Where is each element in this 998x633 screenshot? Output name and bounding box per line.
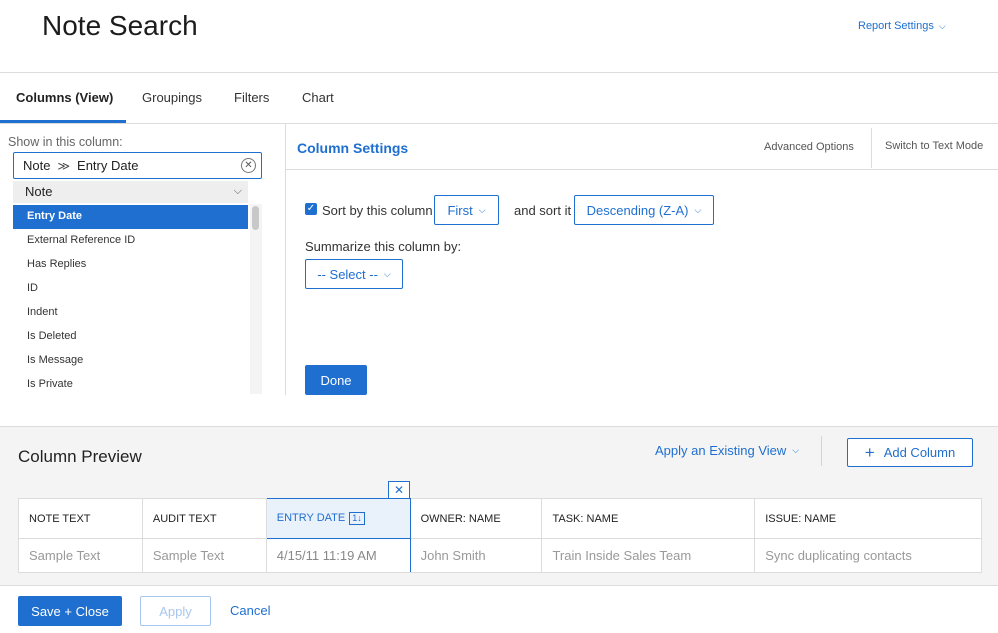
plus-icon: + [864, 443, 875, 462]
table-cell: Train Inside Sales Team [541, 538, 756, 573]
list-item[interactable]: Has Replies [13, 253, 248, 277]
settings-header-divider [871, 128, 872, 168]
sort-direction-value: Descending (Z-A) [586, 202, 689, 218]
sort-it-label: and sort it [514, 203, 572, 218]
list-item[interactable]: Is Message [13, 349, 248, 373]
picker-object: Note [23, 158, 51, 173]
table-header-row: NOTE TEXT AUDIT TEXT ENTRY DATE 1↓ OWNER:… [18, 498, 982, 539]
report-settings-label: Report Settings [858, 20, 934, 32]
table-cell: 4/15/11 11:19 AM [265, 538, 411, 573]
clear-icon[interactable]: ✕ [241, 158, 256, 173]
sort-direction-select[interactable]: Descending (Z-A) ⌵ [574, 195, 714, 225]
add-column-button[interactable]: + Add Column [847, 438, 973, 467]
preview-table: NOTE TEXT AUDIT TEXT ENTRY DATE 1↓ OWNER:… [18, 498, 982, 573]
list-item[interactable]: Is Deleted [13, 325, 248, 349]
tabs-divider [0, 123, 998, 124]
column-header[interactable]: TASK: NAME [541, 498, 756, 539]
list-item[interactable]: Is Private [13, 373, 248, 397]
preview-divider [0, 426, 998, 427]
table-cell: Sync duplicating contacts [754, 538, 982, 573]
apply-view-label: Apply an Existing View [655, 443, 787, 458]
field-picker-input[interactable]: Note ≫ Entry Date ✕ [13, 152, 262, 179]
double-chevron-right-icon: ≫ [57, 158, 71, 173]
chevron-down-icon: ⌵ [694, 204, 702, 215]
sort-order-value: First [447, 202, 473, 218]
field-group-header[interactable]: Note ⌵ [13, 181, 248, 203]
preview-actions-divider [821, 436, 822, 466]
tab-chart[interactable]: Chart [302, 90, 334, 105]
field-group-label: Note [25, 184, 53, 199]
chevron-down-icon: ⌵ [233, 185, 242, 197]
sort-descending-icon: 1↓ [349, 512, 365, 525]
apply-existing-view-dropdown[interactable]: Apply an Existing View ⌵ [655, 443, 799, 458]
chevron-down-icon: ⌵ [478, 204, 486, 215]
list-item[interactable]: Entry Date [13, 205, 248, 229]
footer-divider [0, 585, 998, 586]
summarize-label: Summarize this column by: [305, 239, 462, 254]
advanced-options-link[interactable]: Advanced Options [764, 141, 854, 153]
list-item[interactable]: External Reference ID [13, 229, 248, 253]
chevron-down-icon: ⌵ [938, 20, 946, 31]
table-cell: John Smith [409, 538, 543, 573]
cancel-link[interactable]: Cancel [230, 603, 270, 618]
add-column-label: Add Column [883, 445, 956, 460]
panel-divider [285, 123, 286, 395]
table-cell: Sample Text [141, 538, 267, 573]
field-list: Entry Date External Reference ID Has Rep… [13, 205, 248, 397]
summarize-select[interactable]: -- Select -- ⌵ [305, 259, 403, 289]
done-button[interactable]: Done [305, 365, 367, 395]
table-row: Sample Text Sample Text 4/15/11 11:19 AM… [18, 538, 982, 573]
report-settings-link[interactable]: Report Settings ⌵ [858, 20, 946, 32]
sort-label: Sort by this column [322, 203, 433, 218]
sort-order-select[interactable]: First ⌵ [434, 195, 499, 225]
header-divider [0, 72, 998, 73]
tab-filters[interactable]: Filters [234, 90, 269, 105]
scrollbar-thumb[interactable] [252, 206, 259, 230]
column-settings-title: Column Settings [297, 140, 409, 156]
list-item[interactable]: ID [13, 277, 248, 301]
summarize-value: -- Select -- [317, 266, 378, 282]
column-header-selected[interactable]: ENTRY DATE 1↓ [265, 498, 411, 539]
page-title: Note Search [42, 10, 198, 41]
column-header-label: ENTRY DATE [276, 512, 346, 524]
field-list-scrollbar[interactable] [250, 204, 262, 394]
column-header[interactable]: NOTE TEXT [18, 498, 143, 539]
picker-field: Entry Date [77, 158, 139, 173]
chevron-down-icon: ⌵ [792, 445, 800, 455]
list-item[interactable]: Indent [13, 301, 248, 325]
show-in-column-label: Show in this column: [8, 135, 123, 149]
chevron-down-icon: ⌵ [383, 268, 391, 279]
apply-button[interactable]: Apply [140, 596, 211, 626]
tab-groupings[interactable]: Groupings [142, 90, 202, 105]
table-cell: Sample Text [18, 538, 143, 573]
column-header[interactable]: AUDIT TEXT [141, 498, 267, 539]
tab-columns-view[interactable]: Columns (View) [16, 90, 113, 105]
switch-to-text-mode-link[interactable]: Switch to Text Mode [885, 140, 983, 152]
column-preview-title: Column Preview [18, 447, 142, 466]
settings-divider [286, 169, 998, 170]
column-header[interactable]: ISSUE: NAME [754, 498, 982, 539]
column-header[interactable]: OWNER: NAME [409, 498, 543, 539]
sort-checkbox[interactable]: ✓ [305, 203, 317, 215]
save-close-button[interactable]: Save + Close [18, 596, 122, 626]
